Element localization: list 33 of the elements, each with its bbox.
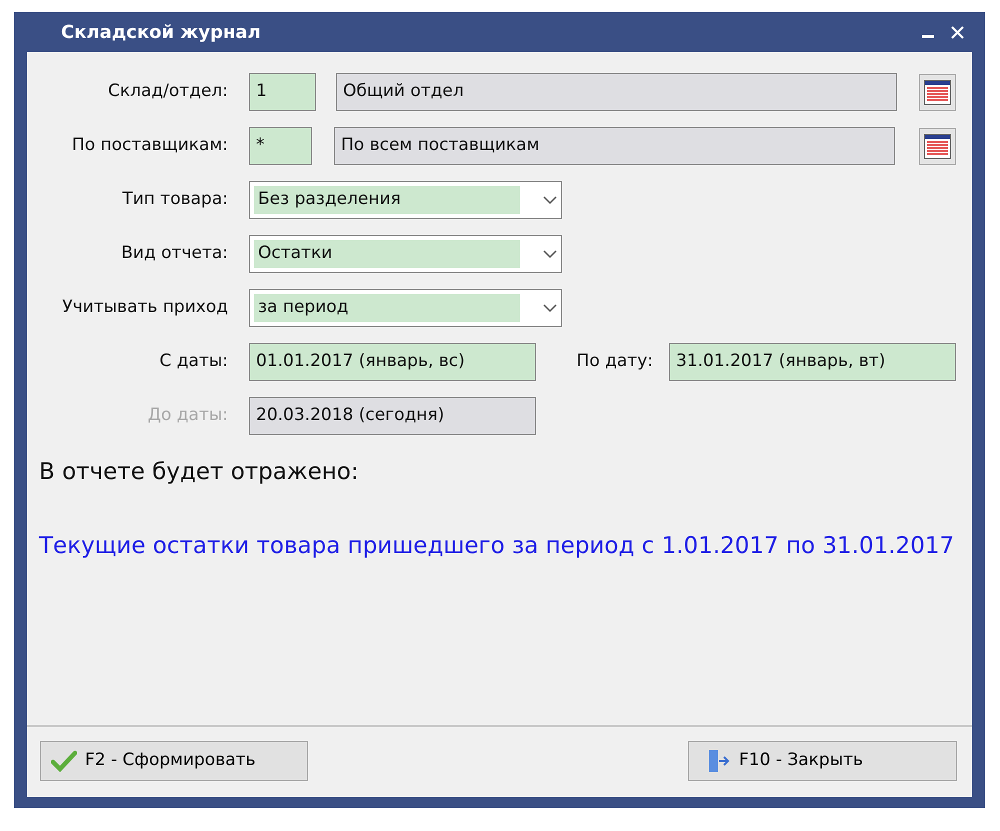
dropdown[interactable]: Остатки xyxy=(249,235,562,273)
chevron-down-icon xyxy=(543,304,557,312)
dropdown[interactable]: Без разделения xyxy=(249,181,562,219)
exit-door-icon xyxy=(707,748,731,774)
table-icon xyxy=(924,134,951,158)
window-title: Складской журнал xyxy=(61,20,261,44)
close-icon[interactable] xyxy=(951,26,964,38)
lookup-button[interactable] xyxy=(919,128,956,164)
field-label: До даты: xyxy=(146,404,228,428)
field-label: Вид отчета: xyxy=(120,242,228,266)
field-label: С даты: xyxy=(158,350,228,374)
date-field: 20.03.2018 (сегодня) xyxy=(249,397,536,435)
field-label: По дату: xyxy=(576,350,653,374)
field-label: Тип товара: xyxy=(121,188,228,212)
code-field[interactable]: * xyxy=(249,127,312,165)
code-field[interactable]: 1 xyxy=(249,73,316,111)
table-icon xyxy=(924,80,951,104)
checkmark-icon xyxy=(51,750,77,772)
summary-text: Текущие остатки товара пришедшего за период с 1.01.2017 по 31.01.2017 xyxy=(39,532,956,560)
close-button[interactable]: F10 - Закрыть xyxy=(688,741,957,781)
field-label: По поставщикам: xyxy=(70,134,228,158)
generate-button[interactable]: F2 - Сформировать xyxy=(40,741,308,781)
chevron-down-icon xyxy=(543,250,557,258)
field-label: Склад/отдел: xyxy=(106,80,228,104)
name-field[interactable]: Общий отдел xyxy=(336,73,897,111)
name-field[interactable]: По всем поставщикам xyxy=(334,127,895,165)
chevron-down-icon xyxy=(543,196,557,204)
summary-heading: В отчете будет отражено: xyxy=(39,458,360,487)
field-label: Учитывать приход xyxy=(61,296,228,320)
dropdown[interactable]: за период xyxy=(249,289,562,327)
date-field[interactable]: 01.01.2017 (январь, вс) xyxy=(249,343,536,381)
date-field[interactable]: 31.01.2017 (январь, вт) xyxy=(669,343,956,381)
lookup-button[interactable] xyxy=(919,74,956,110)
